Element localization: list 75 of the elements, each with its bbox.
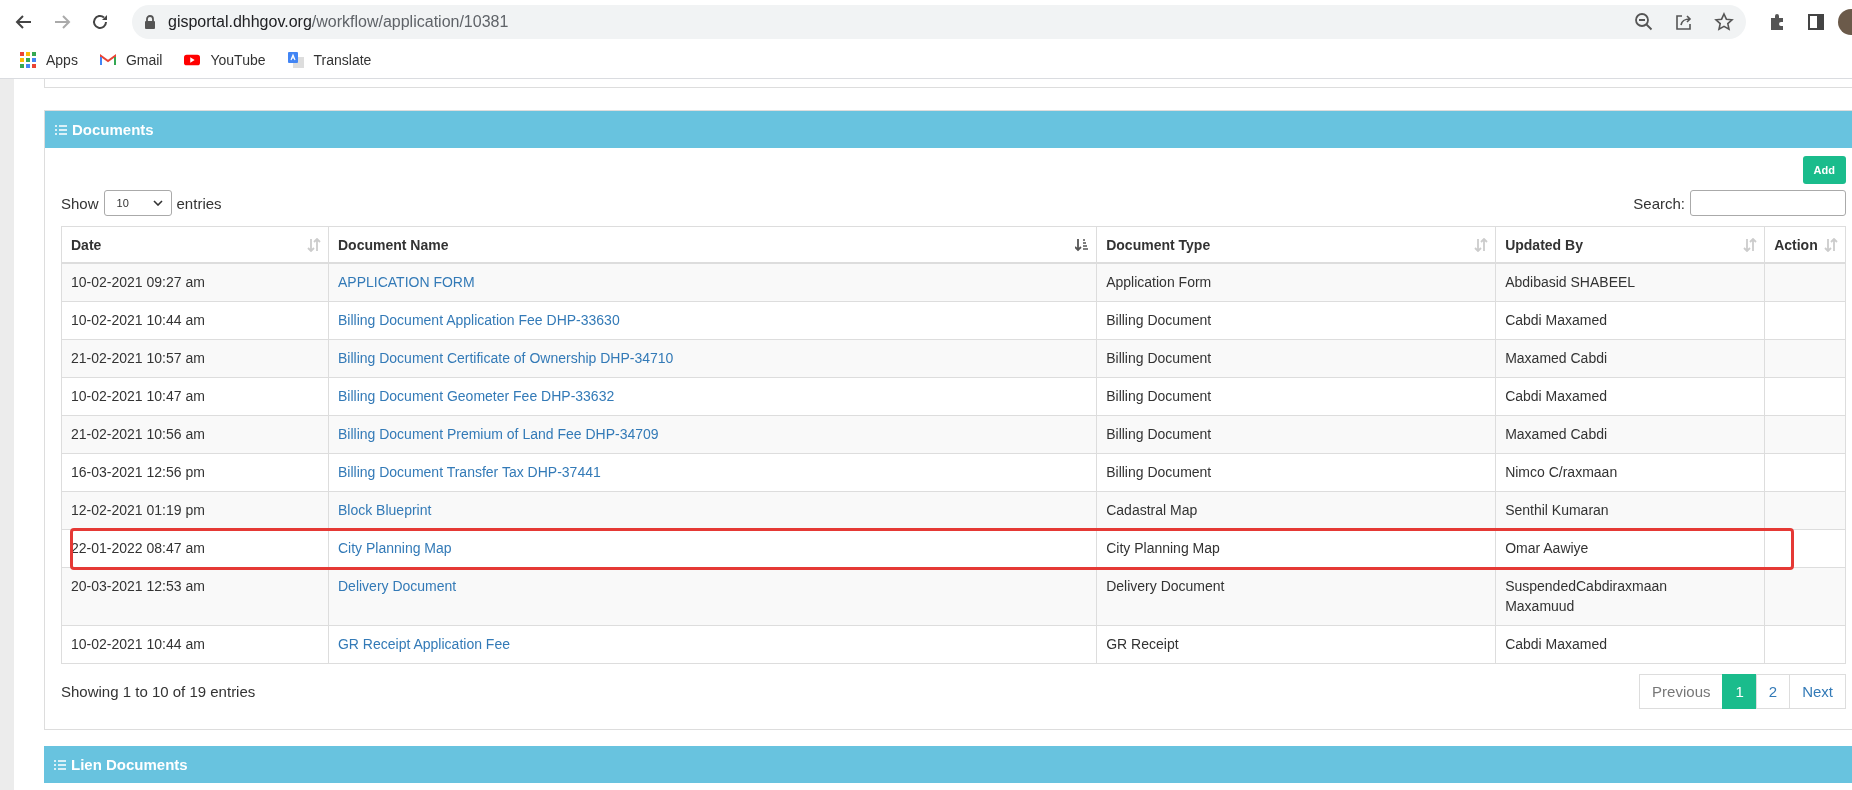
date-text: 22-01-2022 08:47 am: [71, 540, 205, 556]
date-text: 10-02-2021 09:27 am: [71, 274, 205, 290]
document-link[interactable]: Billing Document Application Fee DHP-33630: [338, 312, 620, 328]
document-type-text: Billing Document: [1106, 426, 1212, 442]
pagination-button[interactable]: 2: [1755, 674, 1791, 709]
updated-by-text: Cabdi Maxamed: [1505, 635, 1608, 654]
document-link[interactable]: GR Receipt Application Fee: [338, 636, 510, 652]
updated-by-text: Omar Aawiye: [1505, 539, 1589, 558]
entries-info: Showing 1 to 10 of 19 entries: [61, 683, 256, 700]
document-link[interactable]: Billing Document Certificate of Ownership DHP-34710: [338, 350, 674, 366]
document-link[interactable]: City Planning Map: [338, 540, 452, 556]
date-text: 10-02-2021 10:44 am: [71, 636, 205, 652]
column-header[interactable]: Document Name: [338, 237, 449, 253]
share-icon[interactable]: [1674, 12, 1694, 32]
bookmark-link[interactable]: YouTube: [184, 52, 266, 68]
zoom-out-icon[interactable]: [1634, 12, 1654, 32]
lock-icon: [144, 15, 156, 29]
updated-by-text: Senthil Kumaran: [1505, 501, 1609, 520]
updated-by-text: Cabdi Maxamed: [1505, 311, 1608, 330]
list-icon: [55, 124, 67, 135]
add-button[interactable]: Add: [1802, 156, 1846, 184]
document-type-text: Billing Document: [1106, 350, 1212, 366]
updated-by-text: SuspendedCabdiraxmaan Maxamuud: [1505, 577, 1669, 616]
document-type-text: Billing Document: [1106, 464, 1212, 480]
url-host: gisportal.dhhgov.org: [168, 13, 312, 31]
date-text: 16-03-2021 12:56 pm: [71, 464, 205, 480]
bookmark-link[interactable]: Translate: [287, 52, 372, 68]
pagination-button[interactable]: Next: [1789, 674, 1846, 709]
updated-by-text: Maxamed Cabdi: [1505, 349, 1608, 368]
date-text: 21-02-2021 10:57 am: [71, 350, 205, 366]
sort-descending-icon[interactable]: [1075, 238, 1090, 252]
translate-icon: [287, 52, 304, 68]
bookmark-link[interactable]: Apps: [20, 52, 78, 68]
date-text: 20-03-2021 12:53 am: [71, 578, 205, 594]
play-icon: [184, 52, 201, 68]
column-header[interactable]: Document Type: [1106, 237, 1211, 253]
entries-label: entries: [176, 194, 222, 212]
document-link[interactable]: Billing Document Premium of Land Fee DHP-34709: [338, 426, 659, 442]
grid-icon: [20, 52, 36, 68]
document-link[interactable]: Billing Document Geometer Fee DHP-33632: [338, 388, 615, 404]
date-text: 12-02-2021 01:19 pm: [71, 502, 205, 518]
address-bar[interactable]: gisportal.dhhgov.org/workflow/application/10381: [132, 5, 1746, 39]
updated-by-text: Nimco C/raxmaan: [1505, 463, 1618, 482]
document-link[interactable]: Block Blueprint: [338, 502, 432, 518]
date-text: 21-02-2021 10:56 am: [71, 426, 205, 442]
bookmark-link[interactable]: Gmail: [99, 52, 163, 68]
panel-title: Documents: [72, 121, 154, 138]
column-header[interactable]: Updated By: [1505, 237, 1583, 253]
document-type-text: Cadastral Map: [1106, 502, 1198, 518]
document-link[interactable]: APPLICATION FORM: [338, 274, 475, 290]
mail-icon: [99, 52, 116, 68]
column-header[interactable]: Date: [71, 237, 102, 253]
list-icon: [54, 759, 66, 770]
updated-by-text: Maxamed Cabdi: [1505, 425, 1608, 444]
document-type-text: City Planning Map: [1106, 540, 1220, 556]
search-field[interactable]: [1690, 190, 1846, 216]
entries-select[interactable]: 10: [103, 190, 172, 216]
document-link[interactable]: Delivery Document: [338, 578, 457, 594]
updated-by-text: Cabdi Maxamed: [1505, 387, 1608, 406]
pagination-button[interactable]: 1: [1722, 674, 1757, 709]
updated-by-text: Abdibasid SHABEEL: [1505, 273, 1636, 292]
star-icon[interactable]: [1714, 12, 1734, 32]
date-text: 10-02-2021 10:47 am: [71, 388, 205, 404]
date-text: 10-02-2021 10:44 am: [71, 312, 205, 328]
chevron-down-icon: [152, 200, 163, 206]
search-label: Search:: [1633, 194, 1685, 212]
url-path: /workflow/application/10381: [311, 13, 509, 31]
show-label: Show: [61, 194, 99, 212]
document-type-text: Delivery Document: [1106, 578, 1225, 594]
document-type-text: GR Receipt: [1106, 636, 1179, 652]
document-type-text: Billing Document: [1106, 388, 1212, 404]
document-type-text: Billing Document: [1106, 312, 1212, 328]
document-link[interactable]: Billing Document Transfer Tax DHP-37441: [338, 464, 601, 480]
document-type-text: Application Form: [1106, 274, 1212, 290]
panel-title: Lien Documents: [71, 756, 188, 773]
